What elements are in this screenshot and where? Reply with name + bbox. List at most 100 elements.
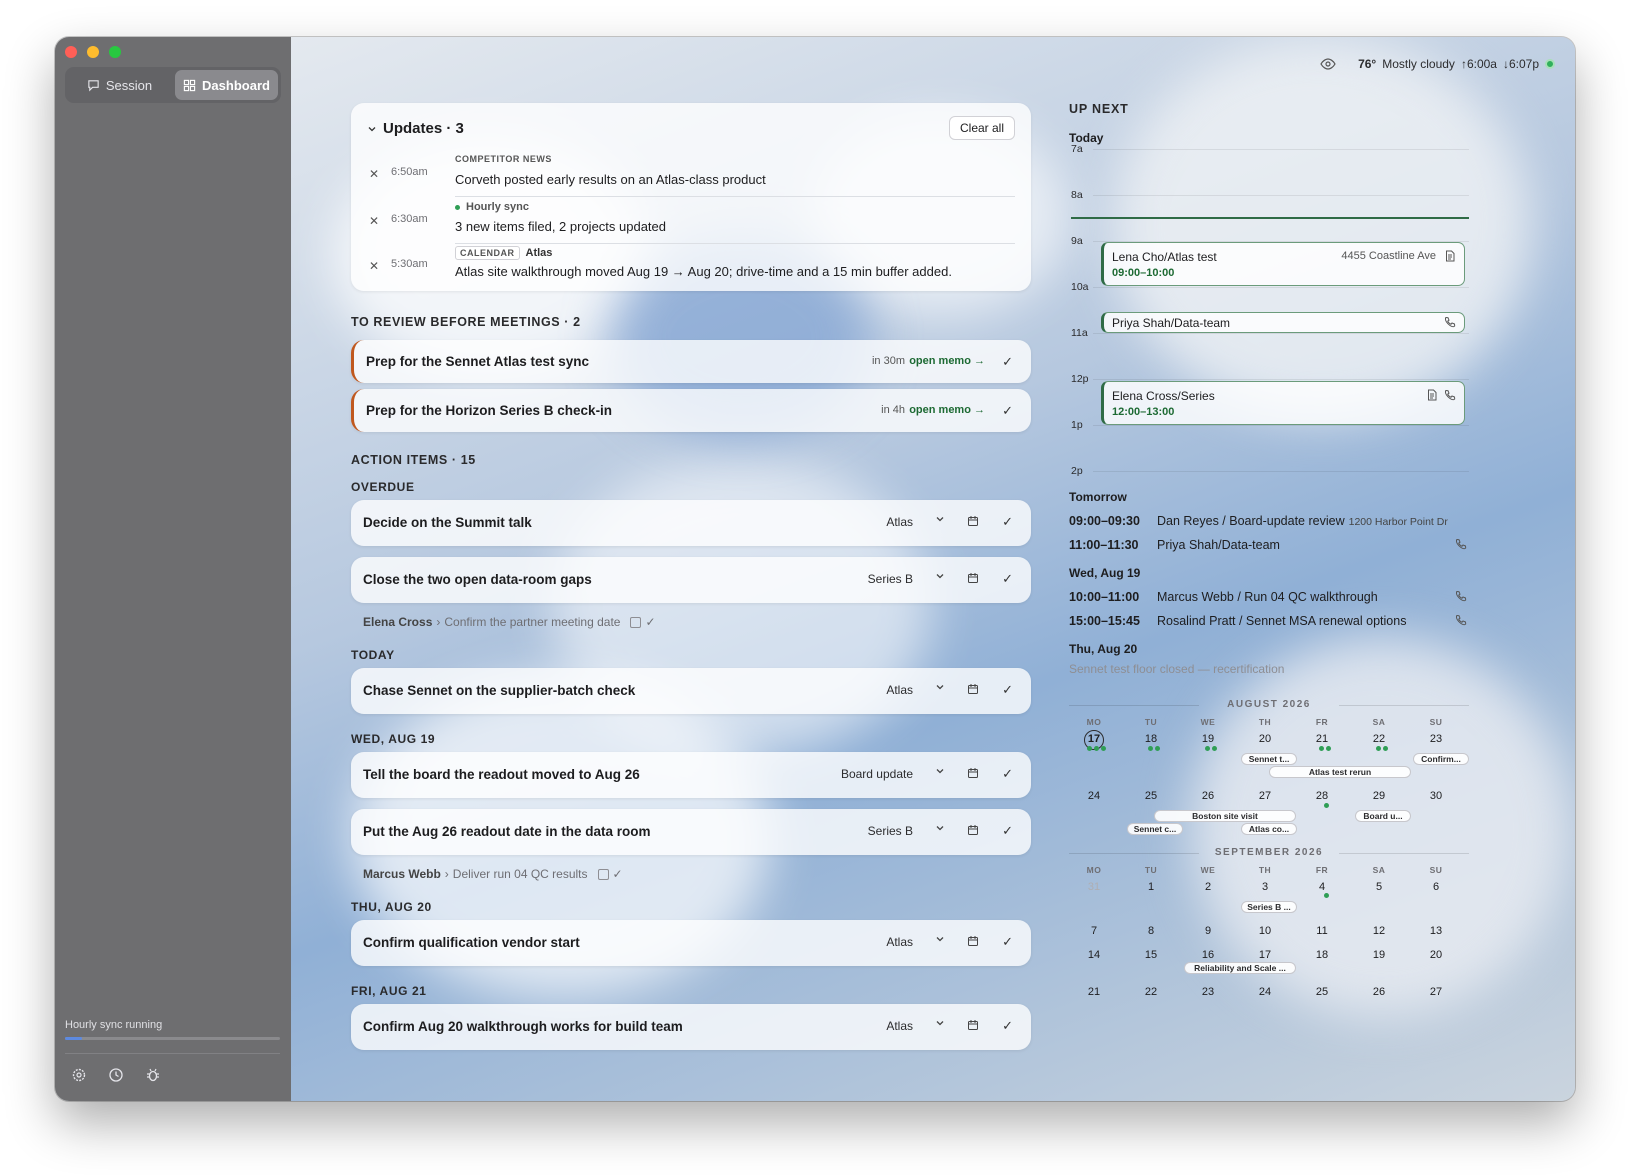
calendar-icon[interactable] (967, 935, 979, 947)
checkmark-icon[interactable]: ✓ (1002, 682, 1013, 698)
chevron-down-icon[interactable] (935, 766, 945, 779)
phone-icon[interactable] (1455, 590, 1467, 602)
dismiss-icon[interactable]: ✕ (369, 214, 379, 228)
calendar-icon[interactable] (967, 572, 979, 584)
open-memo-link[interactable]: open memo → (909, 404, 985, 416)
calendar-day[interactable]: 24 (1250, 986, 1280, 998)
calendar-day[interactable]: 7 (1079, 925, 1109, 937)
chevron-down-icon[interactable] (935, 1018, 945, 1031)
project-label[interactable]: Atlas (886, 935, 913, 949)
minimize-window-button[interactable] (87, 46, 99, 58)
checkmark-icon[interactable]: ✓ (1002, 766, 1013, 782)
calendar-event[interactable]: Lena Cho/Atlas test 09:00–10:00 4455 Coa… (1101, 242, 1465, 286)
calendar-day[interactable]: 27 (1250, 790, 1280, 802)
calendar-day[interactable]: 13 (1421, 925, 1451, 937)
checkmark-icon[interactable]: ✓ (1002, 514, 1013, 530)
calendar-day[interactable]: 27 (1421, 986, 1451, 998)
calendar-day[interactable]: 22 (1136, 986, 1166, 998)
checkmark-icon[interactable]: ✓ (613, 867, 623, 881)
project-label[interactable]: Series B (868, 572, 913, 586)
calendar-icon[interactable] (967, 824, 979, 836)
calendar-day[interactable]: 19 (1193, 733, 1223, 745)
calendar-day[interactable]: 26 (1364, 986, 1394, 998)
calendar-day[interactable]: 18 (1307, 949, 1337, 961)
action-item[interactable]: Confirm Aug 20 walkthrough works for bui… (351, 1004, 1031, 1050)
session-tab[interactable]: Session (68, 70, 171, 100)
project-label[interactable]: Atlas (886, 515, 913, 529)
calendar-icon[interactable] (967, 515, 979, 527)
calendar-day[interactable]: 20 (1250, 733, 1280, 745)
action-item[interactable]: Close the two open data-room gaps Series … (351, 557, 1031, 603)
checkmark-icon[interactable]: ✓ (1002, 403, 1013, 419)
action-item[interactable]: Put the Aug 26 readout date in the data … (351, 809, 1031, 855)
agenda-row[interactable]: 15:00–15:45 Rosalind Pratt / Sennet MSA … (1069, 614, 1469, 628)
calendar-day[interactable]: 1 (1136, 881, 1166, 893)
phone-icon[interactable] (1455, 614, 1467, 626)
calendar-day[interactable]: 22 (1364, 733, 1394, 745)
calendar-day[interactable]: 19 (1364, 949, 1394, 961)
phone-icon[interactable] (1444, 316, 1456, 328)
chevron-down-icon[interactable] (935, 514, 945, 527)
calendar-day[interactable]: 11 (1307, 925, 1337, 937)
chevron-down-icon[interactable] (935, 571, 945, 584)
calendar-day[interactable]: 23 (1421, 733, 1451, 745)
checkmark-icon[interactable]: ✓ (1002, 571, 1013, 587)
calendar-icon[interactable] (630, 616, 642, 628)
document-icon[interactable] (1444, 250, 1456, 262)
calendar-day[interactable]: 18 (1136, 733, 1166, 745)
calendar-event-chip[interactable]: Confirm... (1413, 753, 1469, 765)
calendar-day[interactable]: 9 (1193, 925, 1223, 937)
calendar-event-chip[interactable]: Reliability and Scale ... (1184, 962, 1296, 974)
calendar-day[interactable]: 30 (1421, 790, 1451, 802)
project-label[interactable]: Atlas (886, 683, 913, 697)
chevron-down-icon[interactable] (935, 823, 945, 836)
calendar-event-chip[interactable]: Boston site visit (1154, 810, 1296, 822)
calendar-day[interactable]: 26 (1193, 790, 1223, 802)
clear-all-button[interactable]: Clear all (948, 116, 1015, 140)
calendar-day[interactable]: 8 (1136, 925, 1166, 937)
calendar-day[interactable]: 2 (1193, 881, 1223, 893)
calendar-day[interactable]: 3 (1250, 881, 1280, 893)
calendar-day[interactable]: 6 (1421, 881, 1451, 893)
clock-icon[interactable] (108, 1067, 125, 1084)
agenda-row[interactable]: 09:00–09:30 Dan Reyes / Board-update rev… (1069, 514, 1469, 528)
calendar-icon[interactable] (597, 868, 609, 880)
calendar-day[interactable]: 20 (1421, 949, 1451, 961)
agenda-row[interactable]: 10:00–11:00 Marcus Webb / Run 04 QC walk… (1069, 590, 1469, 604)
calendar-event-chip[interactable]: Atlas co... (1241, 823, 1297, 835)
action-item[interactable]: Decide on the Summit talk Atlas ✓ (351, 500, 1031, 546)
calendar-day[interactable]: 29 (1364, 790, 1394, 802)
calendar-event-chip[interactable]: Board u... (1355, 810, 1411, 822)
checkmark-icon[interactable]: ✓ (1002, 823, 1013, 839)
review-item[interactable]: Prep for the Sennet Atlas test sync in 3… (351, 340, 1031, 383)
project-label[interactable]: Board update (841, 767, 913, 781)
action-item[interactable]: Tell the board the readout moved to Aug … (351, 752, 1031, 798)
calendar-day[interactable]: 10 (1250, 925, 1280, 937)
calendar-day[interactable]: 21 (1307, 733, 1337, 745)
zoom-window-button[interactable] (109, 46, 121, 58)
calendar-event[interactable]: Elena Cross/Series 12:00–13:00 (1101, 381, 1465, 425)
chevron-down-icon[interactable] (935, 934, 945, 947)
checkmark-icon[interactable]: ✓ (645, 615, 655, 629)
chevron-down-icon[interactable] (935, 682, 945, 695)
calendar-event-chip[interactable]: Series B ... (1241, 901, 1297, 913)
calendar-event-chip[interactable]: Sennet t... (1241, 753, 1297, 765)
calendar-day[interactable]: 31 (1079, 881, 1109, 893)
calendar-day[interactable]: 21 (1079, 986, 1109, 998)
open-memo-link[interactable]: open memo → (909, 355, 985, 367)
checkmark-icon[interactable]: ✓ (1002, 934, 1013, 950)
calendar-day[interactable]: 24 (1079, 790, 1109, 802)
project-label[interactable]: Atlas (886, 1019, 913, 1033)
calendar-day[interactable]: 5 (1364, 881, 1394, 893)
calendar-day[interactable]: 25 (1307, 986, 1337, 998)
document-icon[interactable] (1426, 389, 1438, 401)
calendar-day[interactable]: 12 (1364, 925, 1394, 937)
calendar-day[interactable]: 28 (1307, 790, 1337, 802)
dismiss-icon[interactable]: ✕ (369, 259, 379, 273)
calendar-day[interactable]: 16 (1193, 949, 1223, 961)
phone-icon[interactable] (1444, 389, 1456, 401)
calendar-day[interactable]: 15 (1136, 949, 1166, 961)
review-item[interactable]: Prep for the Horizon Series B check-in i… (351, 389, 1031, 432)
bug-icon[interactable] (145, 1067, 162, 1084)
action-item[interactable]: Confirm qualification vendor start Atlas ✓ (351, 920, 1031, 966)
